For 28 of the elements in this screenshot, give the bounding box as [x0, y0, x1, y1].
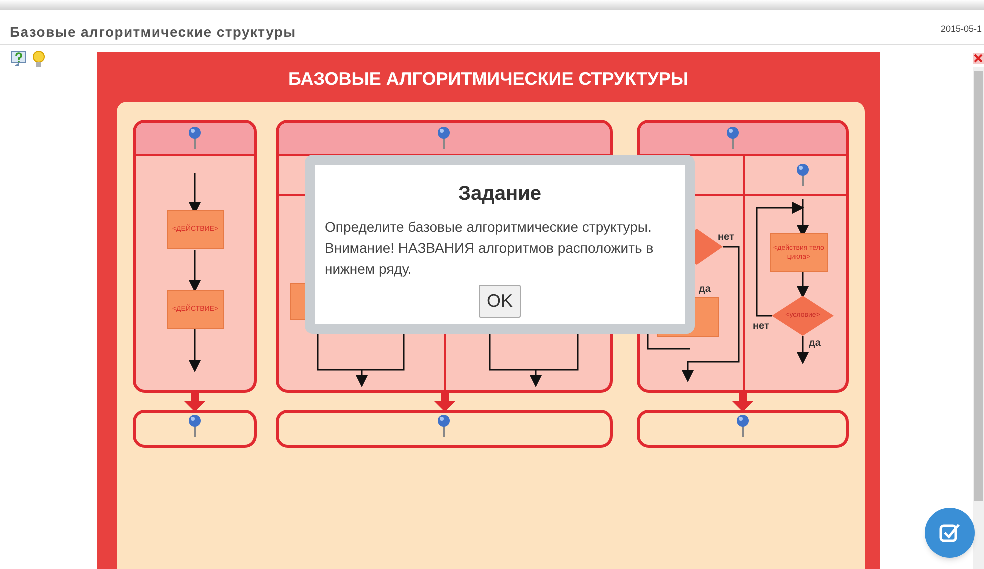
check-button[interactable]: [925, 508, 975, 558]
checkbox-icon: [939, 522, 961, 544]
dialog-title: Задание: [458, 182, 542, 207]
pin-icon: [727, 127, 739, 149]
pin-icon: [797, 164, 809, 186]
date-label: 2015-05-1: [941, 23, 982, 36]
connector-arrow: [356, 370, 368, 388]
ok-button[interactable]: OK: [478, 285, 521, 318]
page-title: Базовые алгоритмические структуры: [10, 23, 296, 42]
connector-arrow: [530, 370, 542, 388]
branch-label: да: [699, 285, 711, 295]
connector-arrow: [797, 336, 809, 364]
connector-arrow: [189, 250, 201, 292]
pin-icon: [438, 127, 450, 149]
poster-title: БАЗОВЫЕ АЛГОРИТМИЧЕСКИЕ СТРУКТУРЫ: [288, 68, 690, 91]
pin-icon: [737, 415, 749, 437]
branch-label: нет: [753, 322, 770, 332]
help-icon[interactable]: [11, 51, 29, 68]
lightbulb-icon[interactable]: [32, 51, 46, 68]
branch-label: нет: [718, 233, 734, 243]
scrollbar[interactable]: [973, 67, 984, 569]
close-icon[interactable]: [973, 53, 984, 64]
pin-icon: [438, 415, 450, 437]
connector-arrow: [189, 328, 201, 372]
pin-icon: [189, 127, 201, 149]
pin-icon: [189, 415, 201, 437]
branch-label: да: [809, 339, 821, 349]
dialog-message: Определите базовые алгоритмические структуры. Внимание! НАЗВАНИЯ алгоритмов расположить в нижнем ряду.: [325, 218, 655, 279]
